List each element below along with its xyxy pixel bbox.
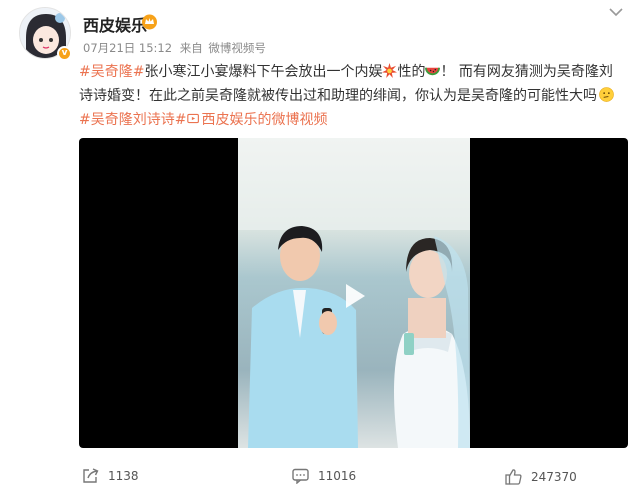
post-text-segment: ！ 而有网友猜测为吴奇隆刘 [440,64,613,80]
comment-count: 11016 [318,469,357,483]
play-icon[interactable] [335,278,371,314]
like-count: 247370 [531,469,577,484]
post-source[interactable]: 微博视频号 [208,41,266,55]
crown-icon [142,14,157,30]
comment-button[interactable]: 11016 [292,468,356,484]
like-icon [505,469,522,485]
video-link-icon [187,113,200,124]
post-source-prefix: 来自 [179,41,203,55]
topic-link[interactable]: #吴奇隆# [79,64,144,80]
share-count: 1138 [108,469,139,483]
comment-icon [292,468,309,484]
post-text-segment: 诗诗婚变！在此之前吴奇隆就被传出过和助理的绯闻，你认为是吴奇隆的可能性大吗 [79,88,597,104]
post-text-segment: 性的 [397,64,426,80]
post-time[interactable]: 07月21日 15:12 [83,41,172,55]
video-link[interactable]: 西皮娱乐的微博视频 [201,112,327,128]
post-line-2: 诗诗婚变！在此之前吴奇隆就被传出过和助理的绯闻，你认为是吴奇隆的可能性大吗 [79,84,627,108]
thinking-emoji-icon [599,87,614,102]
like-button[interactable]: 247370 [505,468,577,485]
video-player[interactable] [79,138,628,448]
chevron-down-icon[interactable] [608,7,624,17]
post-text: #吴奇隆#张小寒江小宴爆料下午会放出一个内娱 性的 ！ 而有网友猜测为吴奇隆刘 诗诗… [79,60,627,132]
post-meta: 07月21日 15:12 来自 微博视频号 [83,40,266,56]
post-line-3: #吴奇隆刘诗诗# 西皮娱乐的微博视频 [79,108,627,132]
topic-link[interactable]: #吴奇隆刘诗诗# [79,112,186,128]
share-button[interactable]: 1138 [82,468,139,484]
watermelon-emoji-icon [425,67,441,76]
author-name[interactable]: 西皮娱乐 [83,12,147,36]
verified-badge-icon: v [57,46,72,61]
post-text-segment: 张小寒江小宴爆料下午会放出一个内娱 [144,64,383,80]
post-line-1: #吴奇隆#张小寒江小宴爆料下午会放出一个内娱 性的 ！ 而有网友猜测为吴奇隆刘 [79,60,627,84]
explosion-emoji-icon [382,63,398,78]
share-icon [83,468,99,483]
